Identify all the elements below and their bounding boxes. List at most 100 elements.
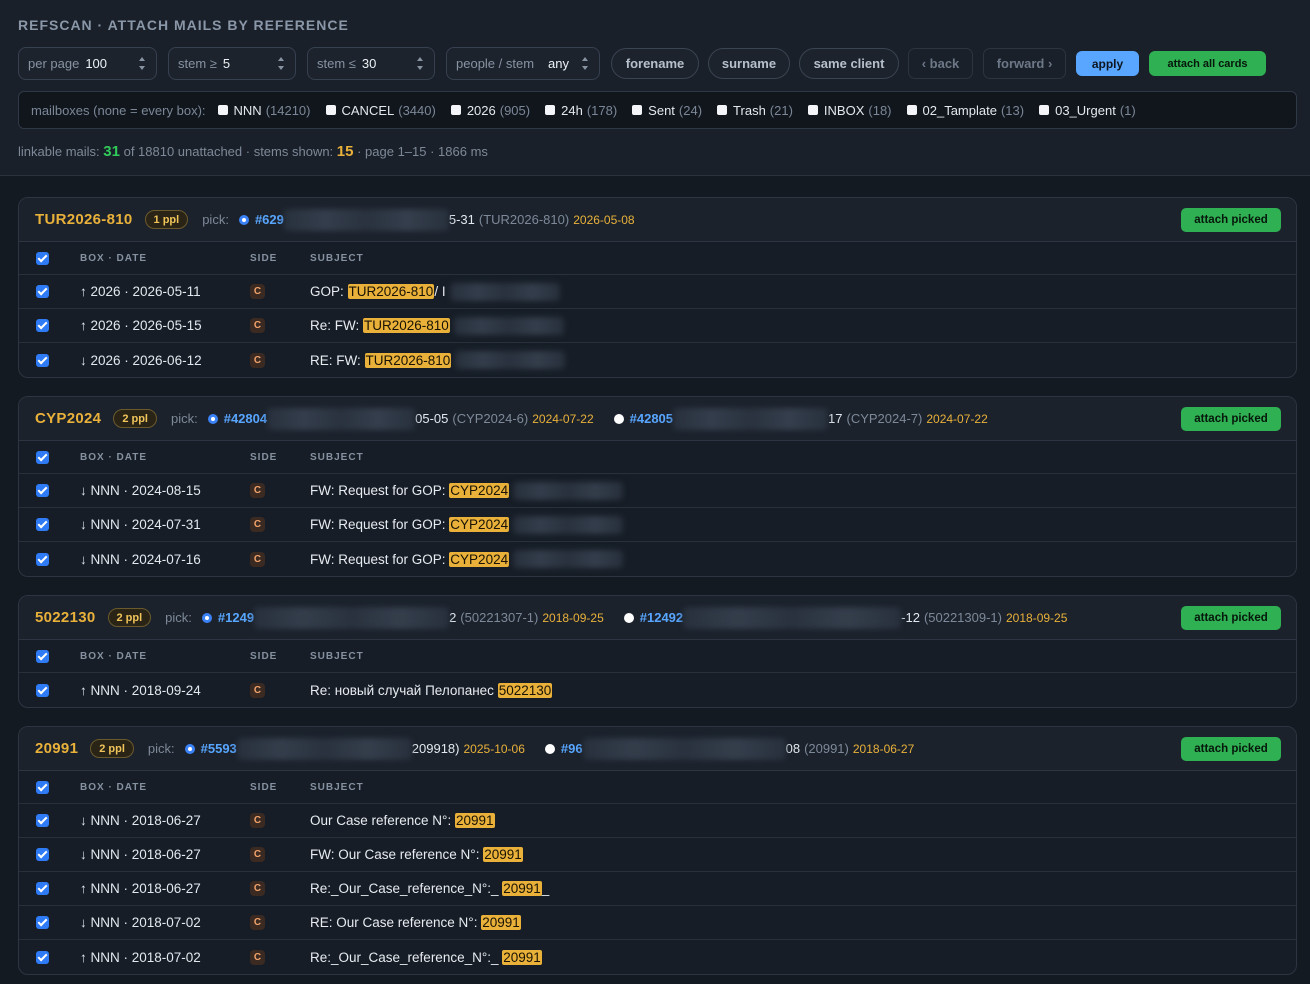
radio-icon[interactable] [623,612,634,623]
row-checkbox[interactable] [36,552,49,566]
table-row[interactable]: ↑ 2026 · 2026-05-15 C Re: FW: TUR2026-810 [19,309,1296,343]
case-id-link[interactable]: #96 [561,741,583,756]
same-client-toggle[interactable]: same client [799,48,899,79]
checkbox-icon[interactable] [325,105,336,115]
stepper-arrows-icon[interactable] [138,56,146,71]
checkbox-icon[interactable] [217,105,228,115]
table-row[interactable]: ↓ NNN · 2024-08-15 C FW: Request for GOP: … [19,474,1296,508]
side-cell: C [250,813,265,828]
row-checkbox[interactable] [36,882,49,895]
subject-prefix: Our Case reference N°: [310,813,455,828]
row-checkbox[interactable] [36,848,49,861]
stem-min-stepper[interactable]: stem ≥ 5 [168,47,296,80]
stepper-arrows-icon[interactable] [277,56,285,71]
checkbox-icon[interactable] [717,105,728,115]
case-id-link[interactable]: #629 [255,212,284,227]
pick-option[interactable]: #1249 2 (50221307-1) 2018-09-25 [201,606,624,629]
checkbox-icon[interactable] [450,105,461,115]
forename-toggle[interactable]: forename [611,48,699,79]
case-id-link[interactable]: #1249 [218,610,254,625]
row-checkbox[interactable] [36,683,49,697]
row-checkbox[interactable] [36,950,49,964]
attach-picked-button[interactable]: attach picked [1181,208,1281,232]
linkable-count: 31 [103,143,120,160]
column-header-box-date: BOX · DATE [80,451,148,463]
row-checkbox[interactable] [36,814,49,827]
checkbox-icon[interactable] [807,105,818,115]
mailbox-option[interactable]: 2026 (905) [450,103,530,118]
row-checkbox[interactable] [36,484,49,497]
pick-label: pick: [165,610,192,625]
mailbox-option[interactable]: 24h (178) [545,103,617,118]
pick-option[interactable]: #629 5-31 (TUR2026-810) 2026-05-08 [238,208,655,231]
radio-icon[interactable] [613,413,624,424]
mailbox-count: (24) [678,102,703,118]
mailbox-option[interactable]: 02_Tamplate (13) [906,103,1024,118]
mailbox-option[interactable]: NNN (14210) [217,103,311,118]
mailbox-option[interactable]: INBOX (18) [807,102,892,118]
select-all-checkbox[interactable] [36,780,49,794]
table-row[interactable]: ↓ NNN · 2024-07-16 C FW: Request for GOP: … [19,542,1296,576]
case-id-link[interactable]: #5593 [201,741,237,756]
checkbox-icon[interactable] [906,105,917,115]
mailbox-option[interactable]: CANCEL (3440) [325,103,436,118]
row-checkbox[interactable] [36,285,49,298]
per-page-stepper[interactable]: per page 100 [18,47,157,80]
subject-prefix: Re: FW: [310,318,364,333]
stem-max-stepper[interactable]: stem ≤ 30 [307,47,435,80]
radio-icon[interactable] [238,214,249,225]
pick-option[interactable]: #5593 209918) 2025-10-06 [184,737,545,760]
back-button[interactable]: ‹ back [908,48,973,79]
table-row[interactable]: ↓ NNN · 2018-07-02 C RE: Our Case referenc… [19,906,1296,940]
checkbox-icon[interactable] [1039,105,1050,115]
checkbox-icon[interactable] [545,105,556,115]
mailbox-option[interactable]: Trash (21) [717,103,793,118]
attach-picked-button[interactable]: attach picked [1181,737,1281,761]
pick-option[interactable]: #96 08 (20991) 2018-06-27 [544,737,934,760]
mailbox-count: (18) [868,102,892,118]
mailbox-option[interactable]: Sent (24) [632,103,702,118]
surname-toggle[interactable]: surname [708,48,790,79]
forward-button[interactable]: forward › [983,48,1066,79]
pick-option[interactable]: #12492 -12 (50221309-1) 2018-09-25 [623,606,1088,629]
select-all-checkbox[interactable] [36,251,49,265]
row-checkbox[interactable] [36,319,49,332]
stepper-arrows-icon[interactable] [416,56,424,71]
apply-button[interactable]: apply [1076,51,1139,76]
mailbox-option[interactable]: 03_Urgent (1) [1039,103,1136,118]
table-row[interactable]: ↑ NNN · 2018-07-02 C Re:_Our_Case_referenc… [19,940,1296,974]
case-id-link[interactable]: #42804 [224,411,267,426]
attach-picked-button[interactable]: attach picked [1181,606,1281,630]
mail-box-date: ↓ NNN · 2024-07-31 [80,517,201,532]
unattached-text: of 18810 unattached · stems shown: [123,144,334,159]
select-arrows-icon[interactable] [581,56,589,71]
radio-icon[interactable] [544,743,555,754]
case-id-link[interactable]: #42805 [630,411,673,426]
case-id-link[interactable]: #12492 [640,610,683,625]
table-row[interactable]: ↓ NNN · 2024-07-31 C FW: Request for GOP: … [19,508,1296,542]
row-checkbox[interactable] [36,353,49,367]
pick-option[interactable]: #42804 05-05 (CYP2024-6) 2024-07-22 [207,407,614,430]
table-row[interactable]: ↓ NNN · 2018-06-27 C Our Case reference N°… [19,804,1296,838]
table-row[interactable]: ↓ NNN · 2018-06-27 C FW: Our Case referenc… [19,838,1296,872]
pick-date: 2026-05-08 [573,212,635,227]
select-all-checkbox[interactable] [36,649,49,663]
people-stem-select[interactable]: people / stem any [446,47,600,80]
people-stem-value: any [548,56,570,71]
table-row[interactable]: ↑ NNN · 2018-06-27 C Re:_Our_Case_referenc… [19,872,1296,906]
attach-all-cards-button[interactable]: attach all cards [1149,51,1266,76]
reference-stem: TUR2026-810 [35,211,133,228]
pick-option[interactable]: #42805 17 (CYP2024-7) 2024-07-22 [613,407,1008,430]
radio-icon[interactable] [184,743,195,754]
radio-icon[interactable] [207,413,218,424]
checkbox-icon[interactable] [632,105,643,115]
attach-picked-button[interactable]: attach picked [1181,407,1281,431]
radio-icon[interactable] [201,612,212,623]
row-checkbox[interactable] [36,916,49,929]
table-row[interactable]: ↓ 2026 · 2026-06-12 C RE: FW: TUR2026-810 [19,343,1296,377]
table-row[interactable]: ↑ 2026 · 2026-05-11 C GOP: TUR2026-810/ I [19,275,1296,309]
select-all-checkbox[interactable] [36,450,49,464]
pick-name-tail: 2 [449,610,457,625]
table-row[interactable]: ↑ NNN · 2018-09-24 C Re: новый случай Пело… [19,673,1296,707]
row-checkbox[interactable] [36,518,49,531]
